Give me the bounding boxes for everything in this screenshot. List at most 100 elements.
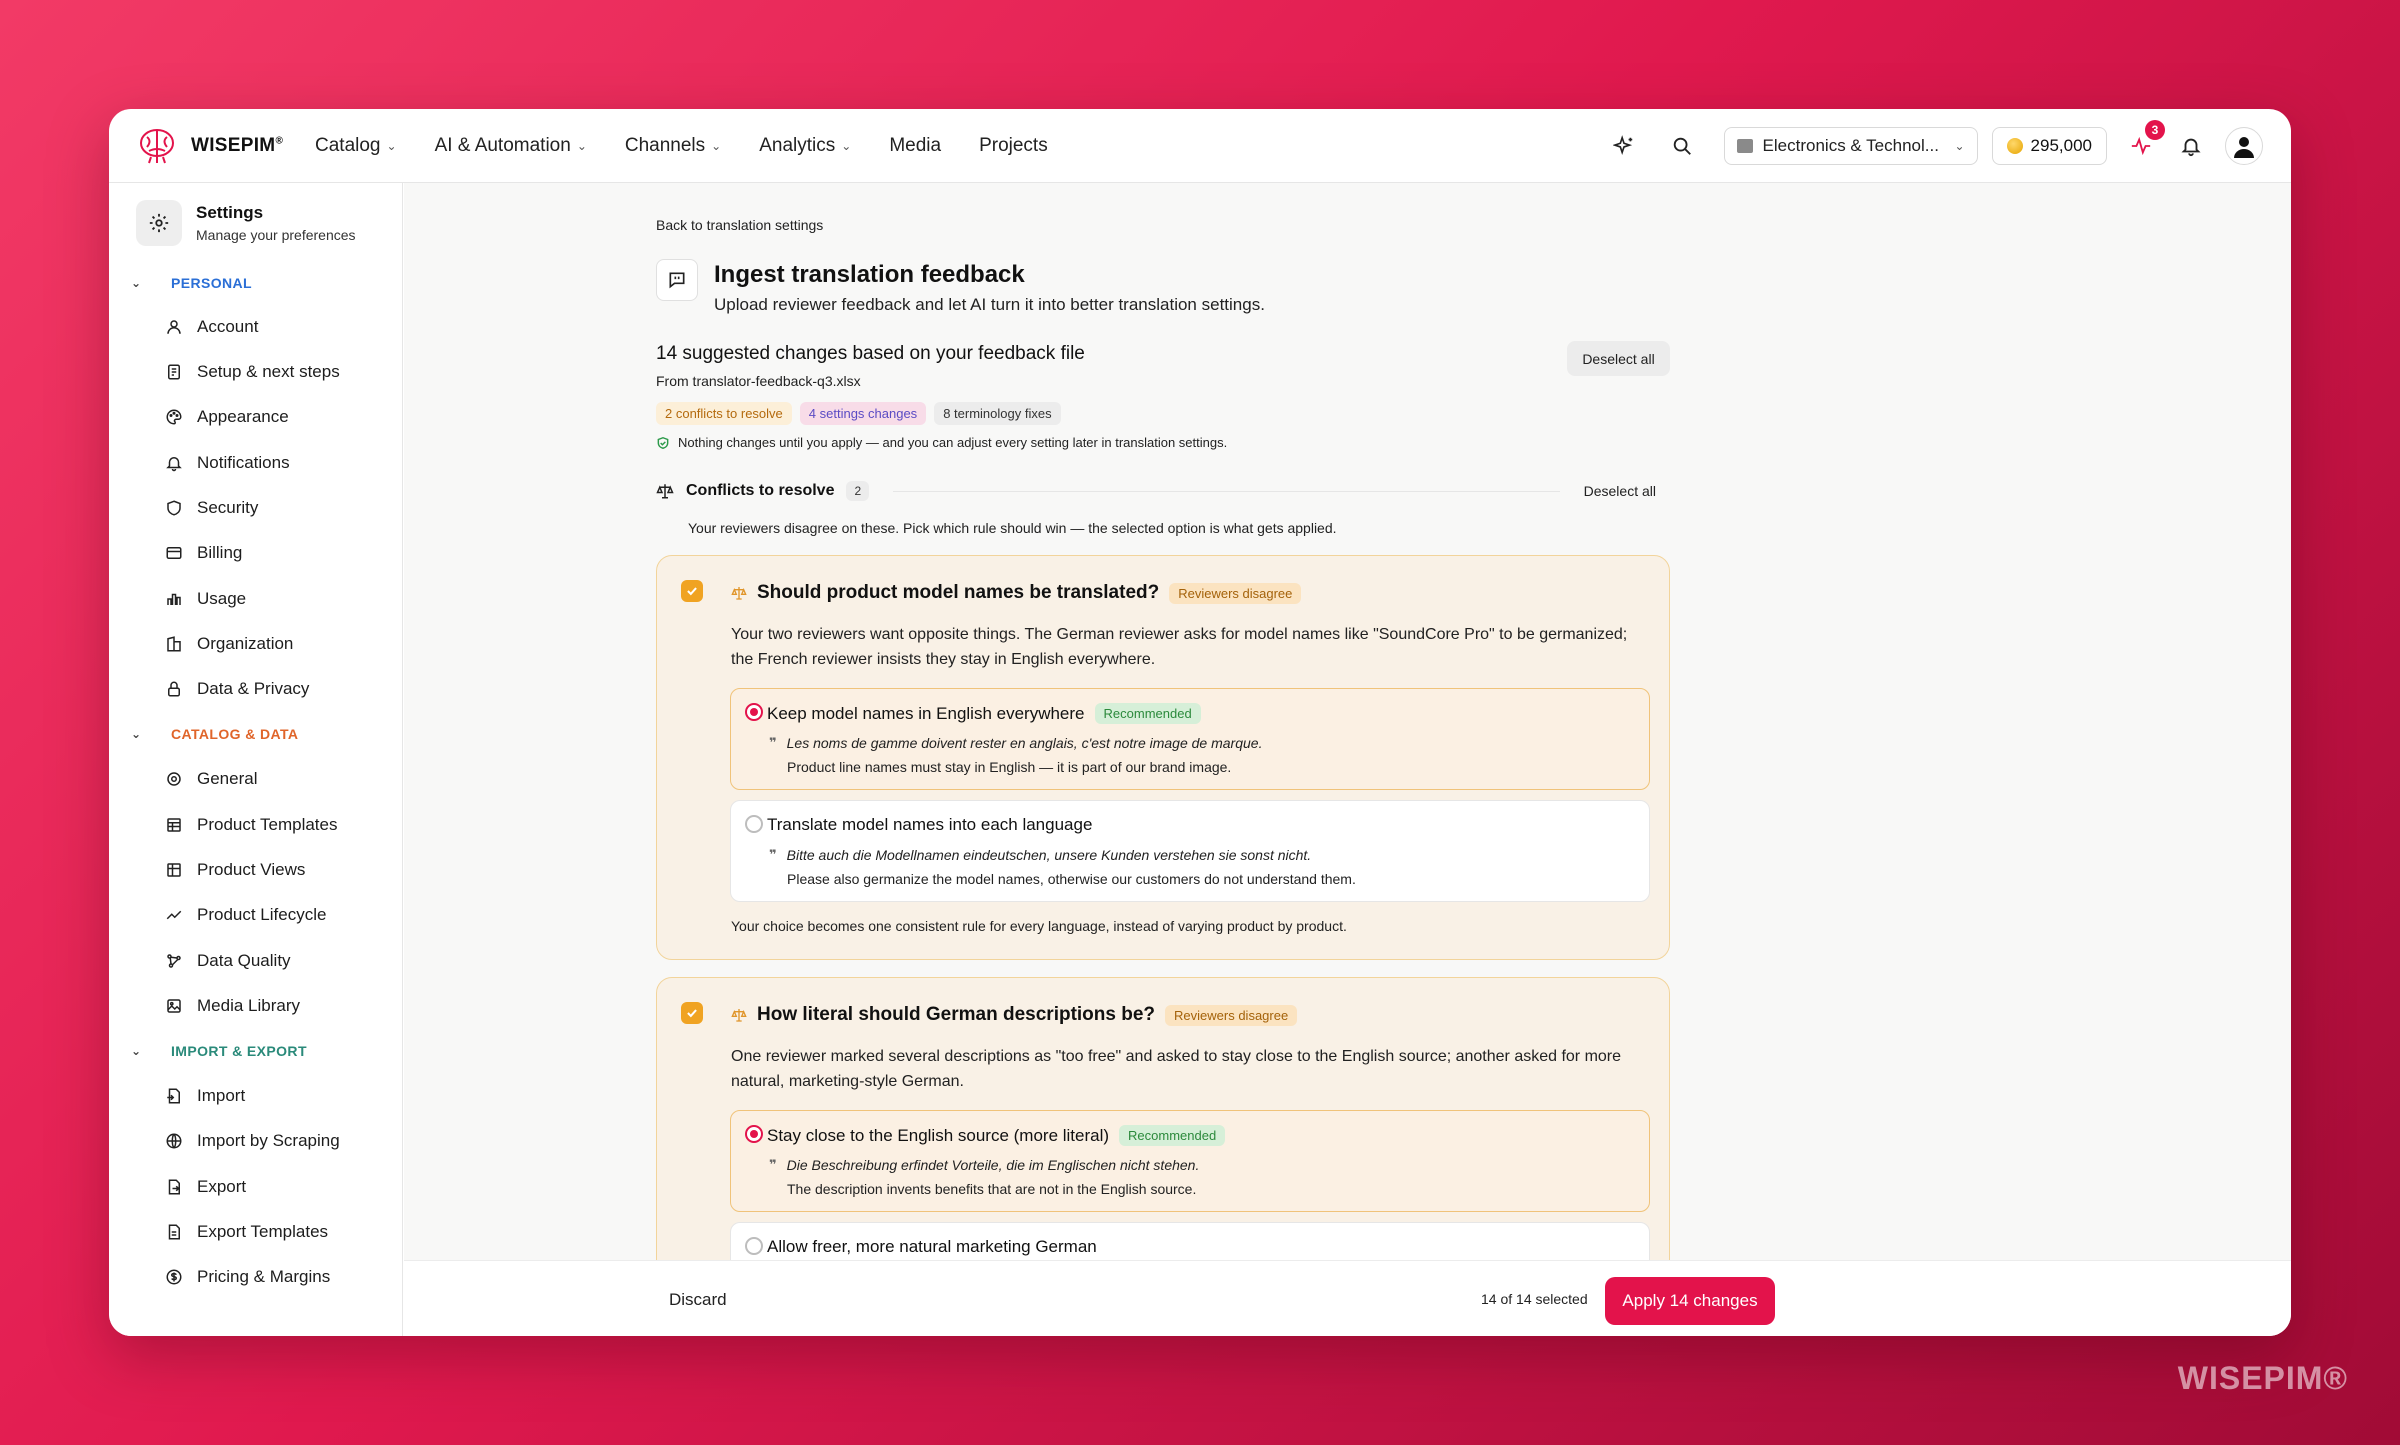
settings-pill: 4 settings changes (799, 402, 927, 425)
option-keep-english[interactable]: Keep model names in English everywhere R… (730, 688, 1650, 790)
nav-analytics[interactable]: Analytics ⌄ (759, 135, 851, 157)
bottom-action-bar: Discard 14 of 14 selected Apply 14 chang… (404, 1260, 2291, 1336)
sidebar-item-import[interactable]: Import (165, 1086, 245, 1106)
conflict-card: How literal should German descriptions b… (656, 977, 1670, 1263)
option-freer-german[interactable]: Allow freer, more natural marketing Germ… (730, 1222, 1650, 1263)
sidebar-item-data-quality[interactable]: Data Quality (165, 951, 291, 971)
radio-selected[interactable] (745, 703, 763, 721)
brand-watermark: WISEPIM® (2177, 1360, 2348, 1396)
section-catalog-data[interactable]: ⌄ CATALOG & DATA (131, 726, 298, 742)
section-label: IMPORT & EXPORT (171, 1043, 307, 1059)
sidebar-item-general[interactable]: General (165, 769, 257, 789)
conflict-description: Your two reviewers want opposite things.… (731, 626, 1628, 668)
option-translate-names[interactable]: Translate model names into each language… (730, 800, 1650, 902)
channel-selector[interactable]: Electronics & Technol... ⌄ (1723, 127, 1978, 165)
credit-card-icon (166, 547, 182, 559)
page-title: Ingest translation feedback (714, 261, 1025, 288)
channel-name: Electronics & Technol... (1762, 136, 1939, 155)
sidebar-item-appearance[interactable]: Appearance (165, 407, 289, 427)
summary-title: 14 suggested changes based on your feedb… (656, 343, 1085, 364)
radio-selected[interactable] (745, 1125, 763, 1143)
sidebar-item-usage[interactable]: Usage (165, 589, 246, 609)
file-import-icon (167, 1088, 180, 1104)
discard-button[interactable]: Discard (669, 1290, 727, 1310)
safety-note: Nothing changes until you apply — and yo… (656, 435, 1227, 450)
user-icon (167, 320, 181, 334)
notifications-button[interactable] (2171, 126, 2211, 166)
sidebar-item-organization[interactable]: Organization (165, 634, 293, 654)
section-import-export[interactable]: ⌄ IMPORT & EXPORT (131, 1043, 307, 1059)
nav-media[interactable]: Media (889, 135, 941, 157)
quote-icon: ❞ (769, 847, 777, 862)
sidebar-item-product-templates[interactable]: Product Templates (165, 815, 337, 835)
quote-translation: Product line names must stay in English … (787, 759, 1232, 775)
conflict-checkbox[interactable] (681, 580, 703, 602)
sidebar-item-product-lifecycle[interactable]: Product Lifecycle (165, 905, 326, 925)
radio-unselected[interactable] (745, 1237, 763, 1255)
sidebar-item-account[interactable]: Account (165, 317, 258, 337)
sidebar-item-media-library[interactable]: Media Library (165, 996, 300, 1016)
sidebar-item-import-scraping[interactable]: Import by Scraping (165, 1131, 340, 1151)
conflict-count: 2 (846, 481, 870, 501)
quote-translation: Please also germanize the model names, o… (787, 871, 1356, 887)
conflict-footer: Your choice becomes one consistent rule … (731, 918, 1347, 934)
chevron-down-icon: ⌄ (1954, 139, 1965, 153)
reviewer-quote: ❞ Die Beschreibung erfindet Vorteile, die… (769, 1157, 1200, 1173)
gear-icon (167, 772, 181, 786)
check-icon (687, 587, 697, 596)
apply-changes-button[interactable]: Apply 14 changes (1605, 1277, 1775, 1325)
sidebar-item-export-templates[interactable]: Export Templates (165, 1222, 328, 1242)
file-template-icon (168, 1224, 180, 1240)
nav-projects[interactable]: Projects (979, 135, 1048, 157)
nav-channels[interactable]: Channels ⌄ (625, 135, 721, 157)
recommended-tag: Recommended (1094, 703, 1201, 724)
notification-count-badge: 3 (2145, 120, 2165, 140)
back-link[interactable]: Back to translation settings (656, 217, 823, 233)
chevron-down-icon: ⌄ (711, 139, 722, 153)
sidebar-item-billing[interactable]: Billing (165, 543, 242, 563)
app-window: WISEPIM® Catalog ⌄ AI & Automation ⌄ Chann… (109, 109, 2291, 1336)
bell-icon (166, 457, 182, 472)
sidebar-item-security[interactable]: Security (165, 498, 258, 518)
nav-actions: Electronics & Technol... ⌄ 295,000 3 (1604, 109, 2263, 183)
building-icon (167, 636, 181, 652)
sidebar-item-setup[interactable]: Setup & next steps (165, 362, 340, 382)
section-label: PERSONAL (171, 275, 252, 291)
sidebar-item-export[interactable]: Export (165, 1177, 246, 1197)
search-button[interactable] (1662, 126, 1702, 166)
option-stay-literal[interactable]: Stay close to the English source (more l… (730, 1110, 1650, 1212)
sidebar-item-product-views[interactable]: Product Views (165, 860, 305, 880)
section-personal[interactable]: ⌄ PERSONAL (131, 275, 252, 291)
divider (893, 490, 1560, 492)
feedback-icon (656, 259, 698, 301)
brain-logo-icon (140, 129, 174, 164)
credits-balance[interactable]: 295,000 (1991, 127, 2107, 165)
section-description: Your reviewers disagree on these. Pick w… (688, 520, 1337, 536)
section-deselect-all[interactable]: Deselect all (1584, 483, 1656, 499)
feedback-content: Back to translation settings Ingest tran… (650, 183, 1670, 1263)
user-avatar[interactable] (2225, 127, 2263, 165)
search-icon (1673, 137, 1691, 155)
nav-catalog[interactable]: Catalog ⌄ (315, 135, 397, 157)
file-export-icon (168, 1179, 180, 1195)
radio-unselected[interactable] (745, 815, 763, 833)
terminology-pill: 8 terminology fixes (934, 402, 1061, 425)
sidebar-subtitle: Manage your preferences (196, 227, 356, 243)
option-label: Translate model names into each language (767, 815, 1093, 834)
activity-button[interactable]: 3 (2121, 120, 2165, 166)
scale-icon (731, 1009, 747, 1022)
sidebar-item-data-privacy[interactable]: Data & Privacy (165, 679, 309, 699)
sidebar-item-pricing-margins[interactable]: Pricing & Margins (165, 1267, 330, 1287)
brand-logo[interactable]: WISEPIM® (137, 127, 283, 165)
template-icon (167, 818, 181, 832)
credits-value: 295,000 (2030, 136, 2092, 155)
conflict-checkbox[interactable] (681, 1002, 703, 1024)
sidebar-item-notifications[interactable]: Notifications (165, 453, 290, 473)
gear-icon (136, 200, 182, 246)
section-label: CATALOG & DATA (171, 726, 299, 742)
scale-icon (656, 484, 674, 499)
ai-sparkle-button[interactable] (1604, 126, 1644, 166)
deselect-all-button[interactable]: Deselect all (1567, 341, 1670, 376)
nav-ai-automation[interactable]: AI & Automation ⌄ (435, 135, 587, 157)
chevron-down-icon: ⌄ (131, 1044, 142, 1058)
